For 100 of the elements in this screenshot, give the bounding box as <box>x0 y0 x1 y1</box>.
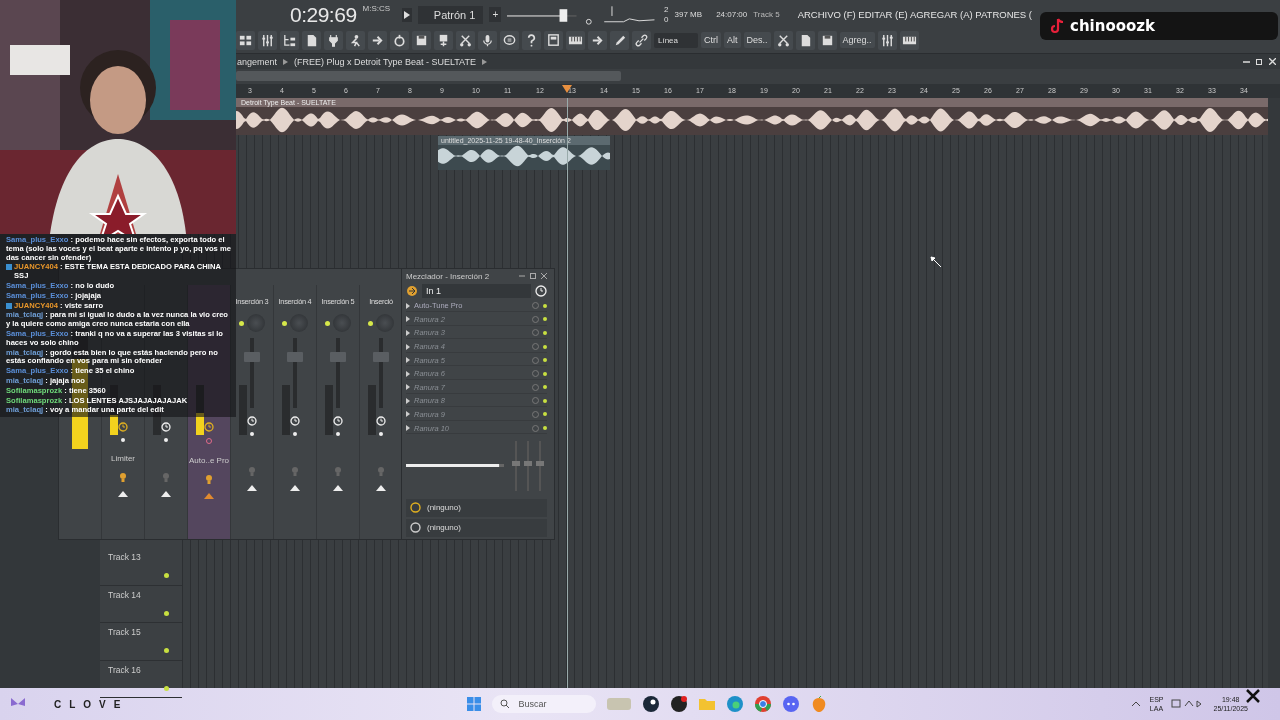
modifier-key[interactable]: Des.. <box>743 32 771 48</box>
arrow-up-icon[interactable] <box>118 490 128 498</box>
arrow-up-icon[interactable] <box>290 484 300 492</box>
track-name[interactable]: Track 15 <box>108 627 141 637</box>
cut-icon[interactable] <box>773 30 793 50</box>
led-icon[interactable] <box>543 385 547 390</box>
scrollbar[interactable] <box>236 71 621 81</box>
led-icon[interactable] <box>543 398 547 403</box>
export-icon[interactable] <box>434 30 453 50</box>
keyboard-icon[interactable] <box>899 30 919 50</box>
window-title: Mezclador - Inserción 2 <box>406 271 490 281</box>
input-selector[interactable]: In 1 <box>422 284 531 299</box>
led-icon[interactable] <box>543 303 547 308</box>
file-icon[interactable] <box>795 30 815 50</box>
windows-start-icon[interactable] <box>466 696 483 712</box>
clock-icon[interactable] <box>118 422 128 432</box>
expand-icon[interactable] <box>406 330 410 336</box>
led-icon[interactable] <box>543 317 547 322</box>
pattern-icon[interactable] <box>544 30 563 50</box>
arrow-up-icon[interactable] <box>333 484 343 492</box>
chevron-up-icon[interactable] <box>1131 700 1142 708</box>
scrollbar[interactable] <box>1268 98 1280 688</box>
modifier-key[interactable]: Alt <box>724 32 741 48</box>
discord-icon[interactable] <box>782 695 801 713</box>
snap-dropdown[interactable]: Línea <box>654 32 699 48</box>
pattern-selector[interactable]: Patrón 1 <box>417 5 484 24</box>
mixer-icon[interactable] <box>877 30 897 50</box>
clock-icon[interactable] <box>204 422 214 432</box>
minimize-icon[interactable] <box>1243 58 1250 65</box>
track-name[interactable]: Track 14 <box>108 589 141 600</box>
led-icon[interactable] <box>282 320 287 326</box>
routing-selector[interactable]: (ninguno) <box>406 518 547 538</box>
play-icon[interactable] <box>402 7 412 22</box>
arrow-up-icon[interactable] <box>161 490 171 498</box>
led-icon[interactable] <box>368 320 373 326</box>
loop-icon[interactable] <box>390 30 409 50</box>
led-icon[interactable] <box>543 358 547 363</box>
chat-icon[interactable] <box>500 30 519 50</box>
chevron-icon <box>283 58 289 65</box>
track-name[interactable]: Track 13 <box>108 552 141 562</box>
track-name[interactable]: Track 16 <box>108 664 141 675</box>
bulb-icon[interactable] <box>205 474 213 484</box>
chevron-icon <box>481 58 487 65</box>
led-icon[interactable] <box>164 610 169 616</box>
microphone-icon[interactable] <box>478 30 497 50</box>
channel-rack-icon[interactable] <box>280 30 299 50</box>
dot-icon[interactable] <box>379 432 383 436</box>
ring-icon <box>410 502 421 514</box>
led-icon[interactable] <box>543 344 547 349</box>
help-icon[interactable] <box>522 30 541 50</box>
mixer-icon[interactable] <box>258 30 277 50</box>
arrow-up-icon[interactable] <box>376 484 386 492</box>
led-icon[interactable] <box>164 685 169 691</box>
browser-icon[interactable] <box>236 30 255 50</box>
breadcrumb-item[interactable]: angement <box>237 56 278 67</box>
dot-icon[interactable] <box>293 432 297 436</box>
routing-selector[interactable]: (ninguno) <box>406 498 547 517</box>
dot-icon[interactable] <box>250 432 254 436</box>
app-icon[interactable] <box>670 695 689 713</box>
dot-icon[interactable] <box>121 438 125 442</box>
dot-icon[interactable] <box>164 438 168 442</box>
time-format: M:S:CS <box>362 4 391 13</box>
save-icon[interactable] <box>412 30 431 50</box>
bulb-icon[interactable] <box>119 472 127 482</box>
mix-slider[interactable] <box>406 464 504 469</box>
cut-icon[interactable] <box>456 30 475 50</box>
led-icon[interactable] <box>164 648 169 653</box>
arrow-up-icon[interactable] <box>247 484 257 492</box>
led-icon[interactable] <box>543 412 547 417</box>
plug-icon[interactable] <box>324 30 343 50</box>
led-icon[interactable] <box>543 426 547 431</box>
hint-text: Track 5 <box>753 10 780 19</box>
restore-icon[interactable] <box>530 273 536 280</box>
tempo-slider[interactable] <box>507 7 577 22</box>
channel-name: chinooozk <box>1070 17 1155 35</box>
link-icon[interactable] <box>632 30 651 50</box>
voice-count: 0 <box>664 14 669 25</box>
save-icon[interactable] <box>817 30 837 50</box>
led-icon[interactable] <box>164 573 169 578</box>
breadcrumb-item[interactable]: (FREE) Plug x Detroit Type Beat - SUELTATE <box>294 56 476 67</box>
modifier-key[interactable]: Ctrl <box>701 32 722 48</box>
led-icon[interactable] <box>543 331 547 335</box>
file-icon[interactable] <box>302 30 321 50</box>
song-time: 0:29:69 <box>290 2 357 27</box>
clock-readout: 24:07:00 <box>716 10 748 19</box>
chrome-icon[interactable] <box>754 695 773 713</box>
effect-name: Limiter <box>111 454 135 463</box>
led-icon[interactable] <box>543 371 547 376</box>
keyboard-icon[interactable] <box>566 30 585 50</box>
add-pattern-button[interactable]: + <box>489 7 502 22</box>
ring-icon <box>410 522 421 534</box>
led-icon[interactable] <box>325 320 330 326</box>
pen-icon[interactable] <box>610 30 629 50</box>
dot-icon[interactable] <box>336 432 340 436</box>
add-button[interactable]: Agreg.. <box>839 32 875 48</box>
close-icon[interactable] <box>1246 689 1260 703</box>
menu-hint: ARCHIVO (F) EDITAR (E) AGREGAR (A) PATRONES ( <box>797 9 1032 20</box>
search-field[interactable]: Buscar <box>492 695 597 713</box>
steam-icon[interactable] <box>642 695 661 713</box>
led-icon[interactable] <box>239 320 244 326</box>
